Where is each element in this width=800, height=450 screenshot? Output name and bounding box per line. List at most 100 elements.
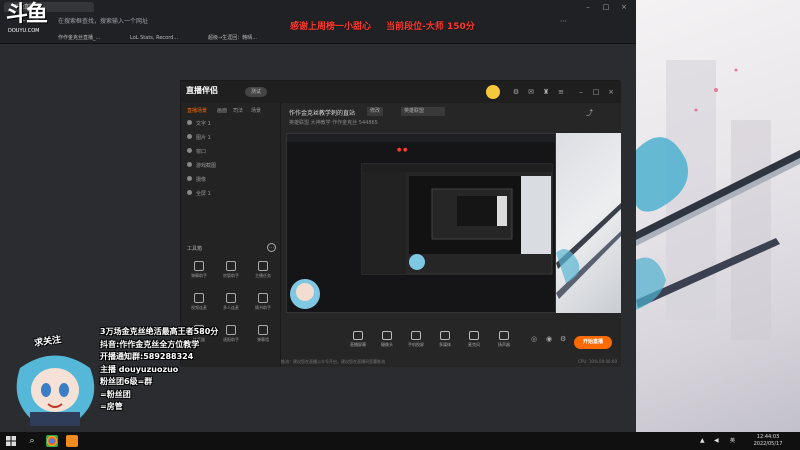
chrome-icon[interactable] [46,435,58,447]
layer-item[interactable]: 窗口 [187,147,206,158]
overlay-streamer-id: 主播 douyuzuozuo [100,364,179,374]
app-titlebar: 直播伴侣 测试 ⚙ ✉ ♜ ≡ – □ × [181,81,621,103]
app-minimize-icon[interactable]: – [576,87,586,97]
browser-minimize-icon[interactable]: – [582,2,594,12]
eye-icon[interactable] [187,162,192,167]
danmu-icon [194,261,204,271]
layer-item[interactable]: 全屏 1 [187,189,211,200]
settings-icon[interactable]: ⚙ [511,87,521,97]
app-maximize-icon[interactable]: □ [591,87,601,97]
microphone-icon [469,331,479,340]
windows-start-icon[interactable] [6,436,16,446]
eye-icon[interactable]: ◉ [546,335,552,343]
browser-maximize-icon[interactable]: □ [600,2,612,12]
phone-icon [411,331,421,340]
tool-multi-link[interactable]: 多人连麦 [217,293,245,315]
chibi-mascot [10,348,100,428]
control-bar: 直播屏幕 摄像头 手机投屏 多媒体 麦克风 扬声器 ◎ ◉ ⚙ 开始直播 [281,331,621,357]
group-icon [226,293,236,303]
banner-thanks: 感谢上周榜一小甜心 [290,22,372,32]
chibi-illustration [16,355,95,426]
main-panel: 作作金克丝教学刺的直站 修改 英雄联盟 英雄联盟 大神教学 作作金克丝 5448… [281,103,621,367]
search-icon[interactable]: ⌕ [26,435,38,447]
bookmark-item[interactable]: 作作金克丝直播_... [58,33,100,43]
input-language[interactable]: 英 [730,437,735,444]
message-icon[interactable]: ✉ [526,87,536,97]
svg-text:● ●: ● ● [397,147,408,153]
tool-danmu-helper[interactable]: 弹幕助手 [185,261,213,283]
letter-icon [258,293,268,303]
tab-canvas[interactable]: 画面 [217,107,227,114]
tool-video-link[interactable]: 视频连麦 [185,293,213,315]
room-edit-button[interactable]: 修改 [367,107,383,116]
douyu-logo-sub: DOUYU.COM [8,28,40,34]
eye-icon[interactable] [187,148,192,153]
streaming-app-window: 直播伴侣 测试 ⚙ ✉ ♜ ≡ – □ × 直播场景 画面 司法 场景 文字 1… [180,80,621,367]
layer-item[interactable]: 摄像 [187,175,206,186]
status-right: CPU: 10% 00:00:00 [578,359,617,364]
gear-icon[interactable]: ⚙ [560,335,566,343]
user-icon [226,261,236,271]
room-title: 作作金克丝教学刺的直站 [289,110,356,117]
speaker-button[interactable]: 扬声器 [491,331,517,348]
eye-icon[interactable] [187,134,192,139]
streamer-info-overlay: 3万场金克丝绝活最高王者580分 抖音:作作金克丝全方位教学 开播通知群:589… [100,326,300,414]
tool-room-manager[interactable]: 房管助手 [217,261,245,283]
app-taskbar-icon[interactable] [66,435,78,447]
record-icon[interactable]: ◎ [531,335,537,343]
extensions-icon[interactable]: ⋯ [560,17,567,25]
start-live-button[interactable]: 开始直播 [574,336,612,349]
toolbox-title: 工具箱 [187,246,203,252]
layer-item[interactable]: 文字 1 [187,119,211,130]
tab-live-scene[interactable]: 直播场景 [187,107,207,114]
share-icon[interactable]: ⤴ [586,108,593,118]
eye-icon[interactable] [187,190,192,195]
banner-rank: 当前段位-大师 150分 [386,22,475,32]
menu-icon[interactable]: ≡ [556,87,566,97]
bookmark-item[interactable]: LoL Stats, Record... [130,33,178,43]
room-category-select[interactable]: 英雄联盟 [401,107,445,116]
windows-taskbar: ⌕ ▲ ◀ 英 12:44:03 2022/05/17 [0,432,800,450]
browser-close-icon[interactable]: × [618,2,630,12]
shirt-icon[interactable]: ♜ [541,87,551,97]
overlay-fan-group: =粉丝团 [100,389,131,399]
sword-art [556,203,621,299]
bookmark-item[interactable]: 超级→生涯回：韩晴... [208,33,257,43]
overlay-qq-group: 开播通知群:589288324 [100,352,194,361]
browser-titlebar: 斗鱼直播 – □ × [0,0,636,12]
eye-icon[interactable] [187,120,192,125]
eye-icon[interactable] [187,176,192,181]
app-status-bar: 推流：建议您在直播公众号开启，建议您在直播间签署推流 CPU: 10% 00:0… [281,357,621,367]
anime-illustration [636,60,800,340]
layer-item[interactable]: 图片 1 [187,133,211,144]
preview-nested-screens: ● ● [287,134,555,312]
tab-scene[interactable]: 场景 [251,107,261,114]
address-input[interactable]: 在搜索框查找，搜索输入一个网址 [58,16,258,28]
camera-button[interactable]: 摄像头 [374,331,400,348]
user-avatar[interactable] [486,85,500,99]
layer-item[interactable]: 游戏截图 [187,161,216,172]
phone-cast-button[interactable]: 手机投屏 [403,331,429,348]
volume-icon[interactable]: ◀ [714,437,719,444]
app-logo: 直播伴侣 [186,86,218,95]
video-icon [194,293,204,303]
media-button[interactable]: 多媒体 [432,331,458,348]
network-icon[interactable]: ▲ [700,437,705,444]
tool-letter[interactable]: 情书助手 [249,293,277,315]
play-icon [440,331,450,340]
app-close-icon[interactable]: × [606,87,616,97]
tool-tasks[interactable]: 主播任务 [249,261,277,283]
monitor-icon [353,331,363,340]
tray-clock[interactable]: 12:44:03 2022/05/17 [744,434,792,448]
stream-preview: ● ● [286,133,556,313]
tab-judicial[interactable]: 司法 [233,107,243,114]
microphone-button[interactable]: 麦克风 [461,331,487,348]
toolbox-more-icon[interactable]: … [267,243,276,252]
stream-banner: 感谢上周榜一小甜心 当前段位-大师 150分 [290,19,487,32]
overlay-record: 3万场金克丝绝活最高王者580分 [100,327,219,336]
screen-capture-button[interactable]: 直播屏幕 [345,331,371,348]
clock-date: 2022/05/17 [753,441,783,447]
speaker-icon [499,331,509,340]
app-version-tag: 测试 [245,87,267,97]
anime-art-panel [636,0,800,432]
